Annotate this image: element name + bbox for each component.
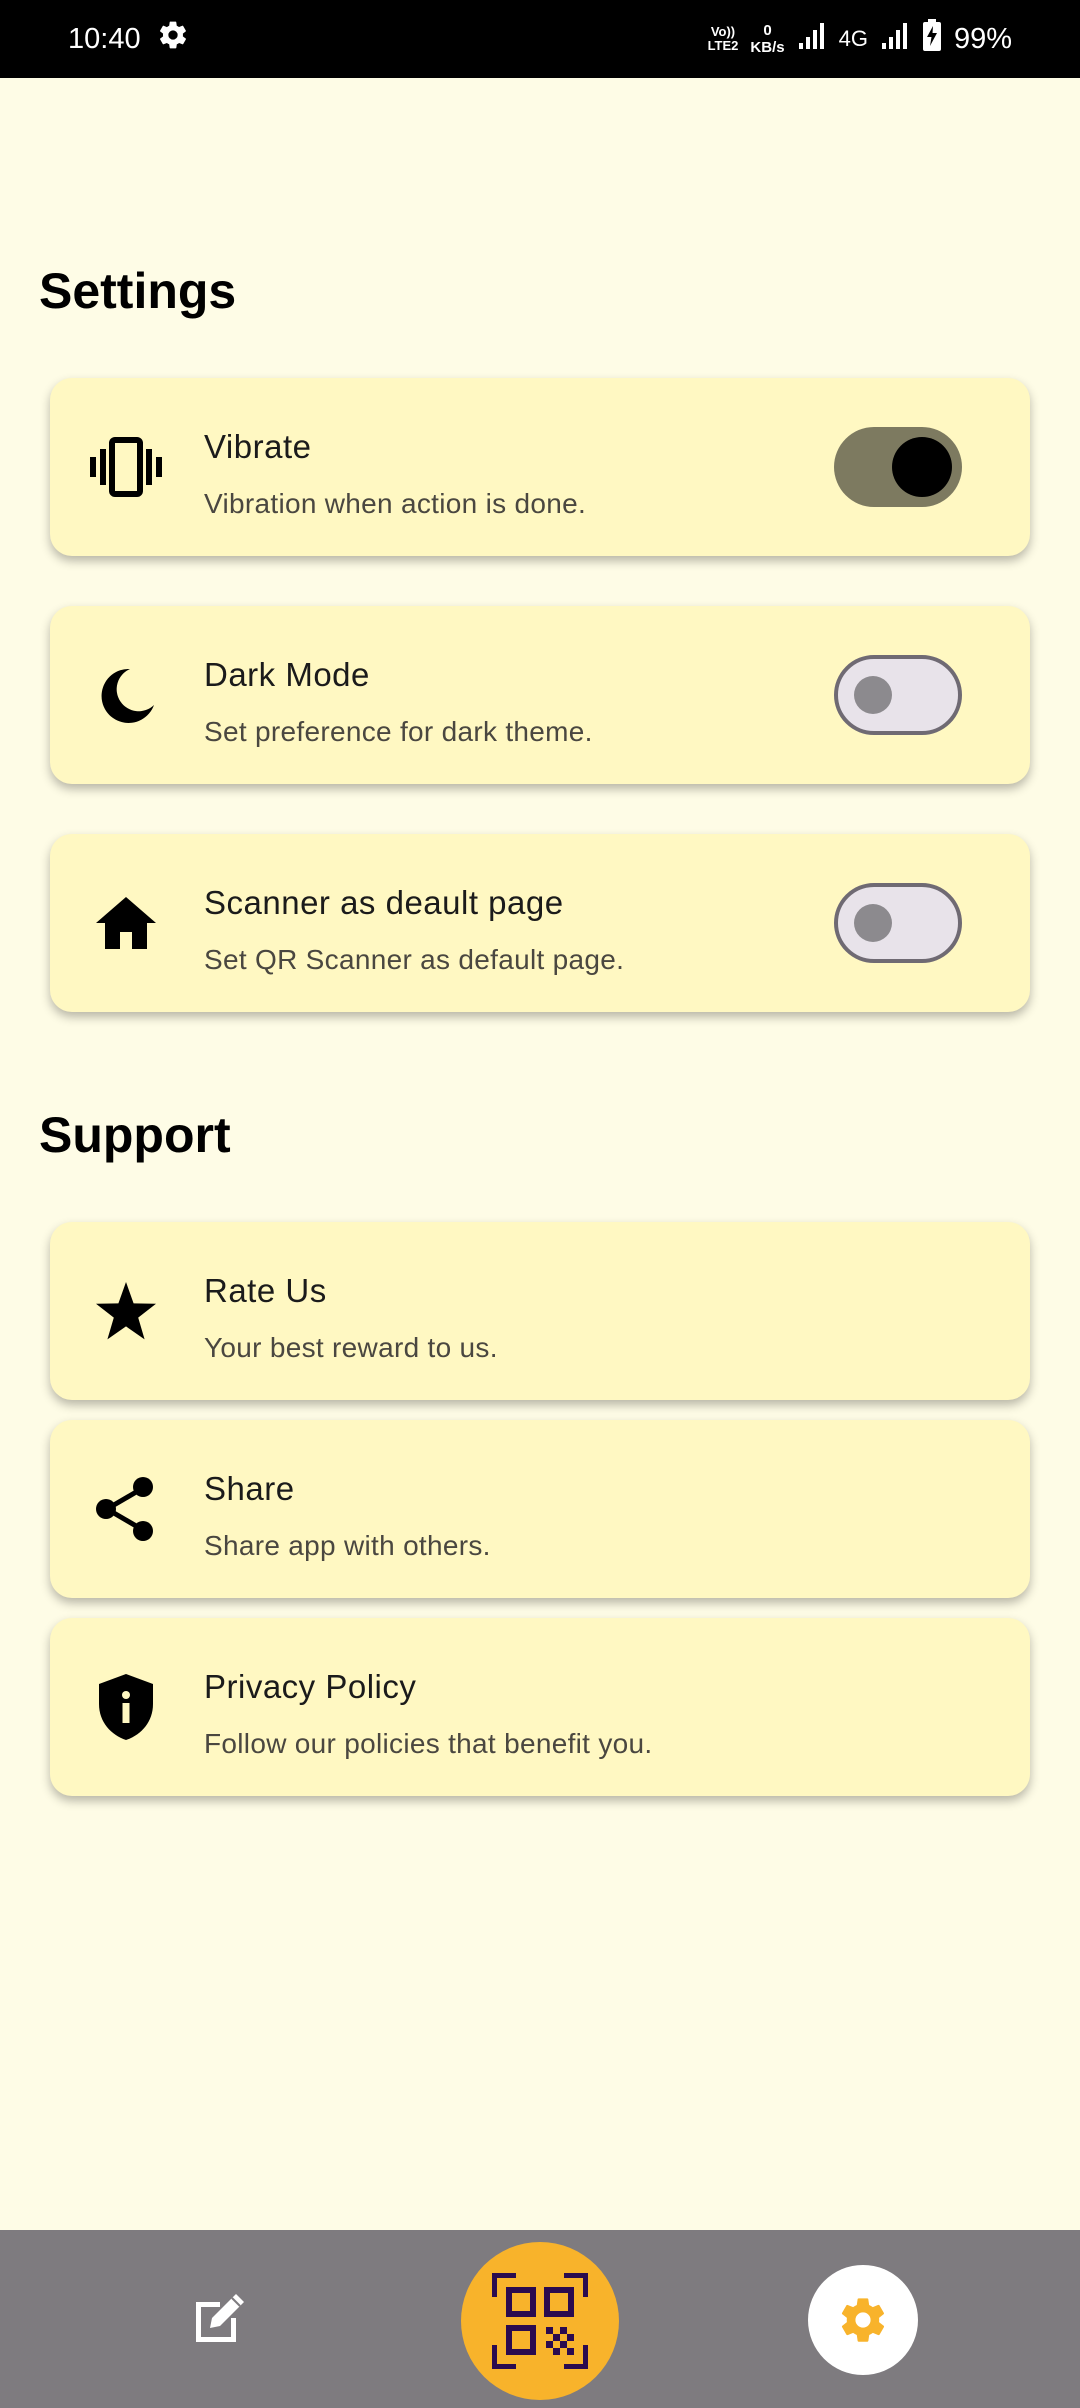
scanner-default-title: Scanner as deault page bbox=[204, 884, 564, 921]
qr-scan-button[interactable] bbox=[461, 2242, 619, 2400]
privacy-policy-card[interactable]: Privacy Policy Follow our policies that … bbox=[50, 1618, 1030, 1796]
star-icon bbox=[86, 1271, 166, 1351]
share-subtitle: Share app with others. bbox=[204, 1530, 491, 1561]
vibrate-toggle[interactable] bbox=[834, 427, 962, 507]
qr-code-icon bbox=[492, 2273, 588, 2369]
privacy-policy-subtitle: Follow our policies that benefit you. bbox=[204, 1728, 653, 1759]
bottom-navigation bbox=[0, 2230, 1080, 2408]
volte-indicator: Vo)) LTE2 bbox=[707, 24, 739, 53]
gear-icon bbox=[841, 2298, 885, 2342]
scanner-default-toggle-knob bbox=[854, 904, 892, 942]
share-card[interactable]: Share Share app with others. bbox=[50, 1420, 1030, 1598]
rate-us-text: Rate Us Your best reward to us. bbox=[204, 1272, 498, 1364]
battery-charging-icon bbox=[922, 19, 942, 59]
status-bar: 10:40 Vo)) LTE2 0 KB/s 4G 99% bbox=[0, 0, 1080, 78]
dark-mode-title: Dark Mode bbox=[204, 656, 370, 693]
shield-info-icon bbox=[86, 1667, 166, 1747]
moon-icon bbox=[86, 655, 166, 735]
dark-mode-toggle-knob bbox=[854, 676, 892, 714]
vibrate-toggle-knob bbox=[892, 437, 952, 497]
signal-icon-2 bbox=[880, 21, 910, 57]
vibrate-setting-card[interactable]: Vibrate Vibration when action is done. bbox=[50, 378, 1030, 556]
home-icon bbox=[86, 883, 166, 963]
dark-mode-setting-card[interactable]: Dark Mode Set preference for dark theme. bbox=[50, 606, 1030, 784]
support-title: Support bbox=[39, 1107, 231, 1163]
vibrate-text: Vibrate Vibration when action is done. bbox=[204, 428, 586, 520]
scanner-default-text: Scanner as deault page Set QR Scanner as… bbox=[204, 884, 624, 976]
settings-title: Settings bbox=[39, 263, 237, 319]
share-icon bbox=[86, 1469, 166, 1549]
settings-nav-button[interactable] bbox=[808, 2265, 918, 2375]
privacy-policy-title: Privacy Policy bbox=[204, 1668, 417, 1705]
dark-mode-subtitle: Set preference for dark theme. bbox=[204, 716, 593, 747]
vibration-icon bbox=[86, 427, 166, 507]
status-left: 10:40 bbox=[68, 19, 189, 59]
scanner-default-setting-card[interactable]: Scanner as deault page Set QR Scanner as… bbox=[50, 834, 1030, 1012]
rate-us-card[interactable]: Rate Us Your best reward to us. bbox=[50, 1222, 1030, 1400]
signal-icon bbox=[797, 21, 827, 57]
vibrate-title: Vibrate bbox=[204, 428, 312, 465]
dark-mode-text: Dark Mode Set preference for dark theme. bbox=[204, 656, 593, 748]
privacy-policy-text: Privacy Policy Follow our policies that … bbox=[204, 1668, 652, 1760]
status-right: Vo)) LTE2 0 KB/s 4G 99% bbox=[708, 19, 1012, 59]
battery-percent: 99% bbox=[953, 22, 1012, 55]
dark-mode-toggle[interactable] bbox=[834, 655, 962, 735]
rate-us-subtitle: Your best reward to us. bbox=[204, 1332, 498, 1363]
network-type: 4G bbox=[838, 26, 868, 51]
gear-status-icon bbox=[157, 19, 189, 59]
rate-us-title: Rate Us bbox=[204, 1272, 327, 1309]
net-speed: 0 KB/s bbox=[750, 22, 785, 56]
scanner-default-subtitle: Set QR Scanner as default page. bbox=[204, 944, 625, 975]
share-title: Share bbox=[204, 1470, 295, 1507]
share-text: Share Share app with others. bbox=[204, 1470, 491, 1562]
status-time: 10:40 bbox=[68, 22, 141, 55]
scanner-default-toggle[interactable] bbox=[834, 883, 962, 963]
vibrate-subtitle: Vibration when action is done. bbox=[204, 488, 587, 519]
edit-icon[interactable] bbox=[190, 2290, 248, 2348]
